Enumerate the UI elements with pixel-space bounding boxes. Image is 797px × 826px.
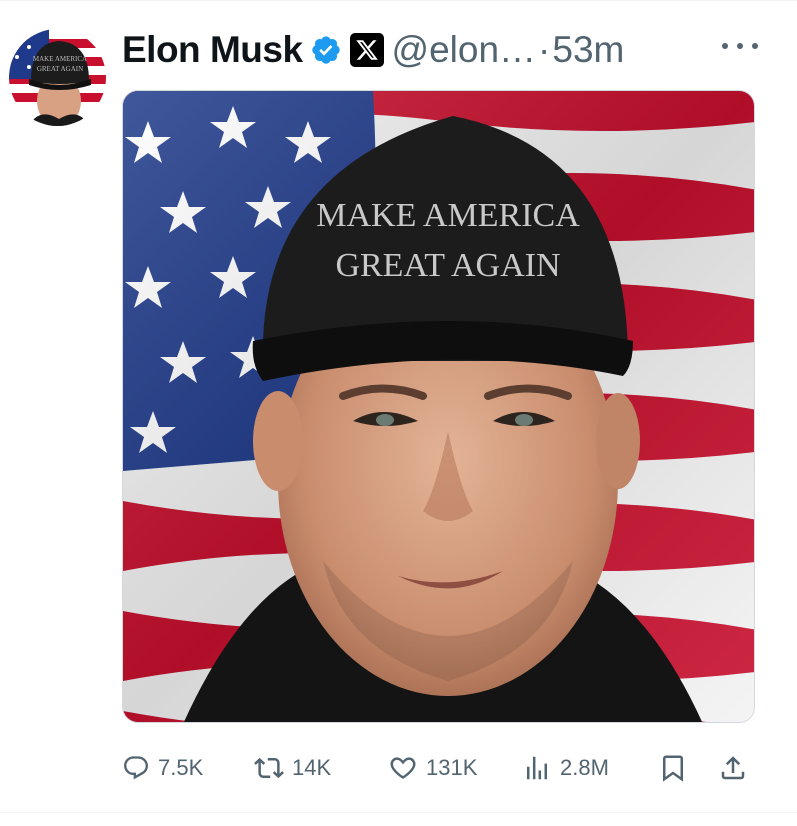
bookmark-icon [658, 753, 688, 783]
author-handle[interactable]: @elon… [392, 29, 537, 71]
reply-icon [122, 754, 150, 782]
timestamp[interactable]: 53m [552, 29, 624, 71]
hat-text-line1: MAKE AMERICA [316, 197, 580, 234]
x-logo-icon [349, 33, 384, 67]
reply-count: 7.5K [158, 755, 204, 780]
like-icon [388, 753, 418, 783]
divider-bottom [0, 812, 797, 813]
bookmark-button[interactable] [658, 748, 688, 788]
views-icon [522, 753, 552, 783]
author-name[interactable]: Elon Musk [122, 29, 303, 71]
separator: · [538, 29, 551, 70]
like-button[interactable]: 131K [388, 748, 477, 788]
repost-button[interactable]: 14K [254, 748, 331, 788]
divider-top [0, 0, 797, 1]
action-bar: 7.5K 14K 131K 2.8M [122, 748, 762, 788]
like-count: 131K [426, 755, 478, 780]
avatar-hat-text-line2: GREAT AGAIN [37, 65, 83, 73]
views-count: 2.8M [560, 755, 609, 780]
repost-count: 14K [292, 755, 332, 780]
share-button[interactable] [718, 748, 748, 788]
avatar[interactable]: MAKE AMERICA GREAT AGAIN [9, 29, 106, 126]
hat-text-line2: GREAT AGAIN [335, 247, 560, 284]
verified-badge-icon[interactable] [310, 34, 342, 66]
tweet-header: Elon Musk @elon… · 53m [122, 26, 762, 74]
tweet-image[interactable]: MAKE AMERICA GREAT AGAIN [122, 90, 755, 723]
repost-icon [254, 753, 284, 783]
views-button[interactable]: 2.8M [522, 748, 609, 788]
share-icon [718, 753, 748, 783]
more-icon[interactable] [722, 36, 758, 56]
reply-button[interactable]: 7.5K [122, 748, 203, 788]
avatar-hat-text-line1: MAKE AMERICA [33, 55, 87, 63]
